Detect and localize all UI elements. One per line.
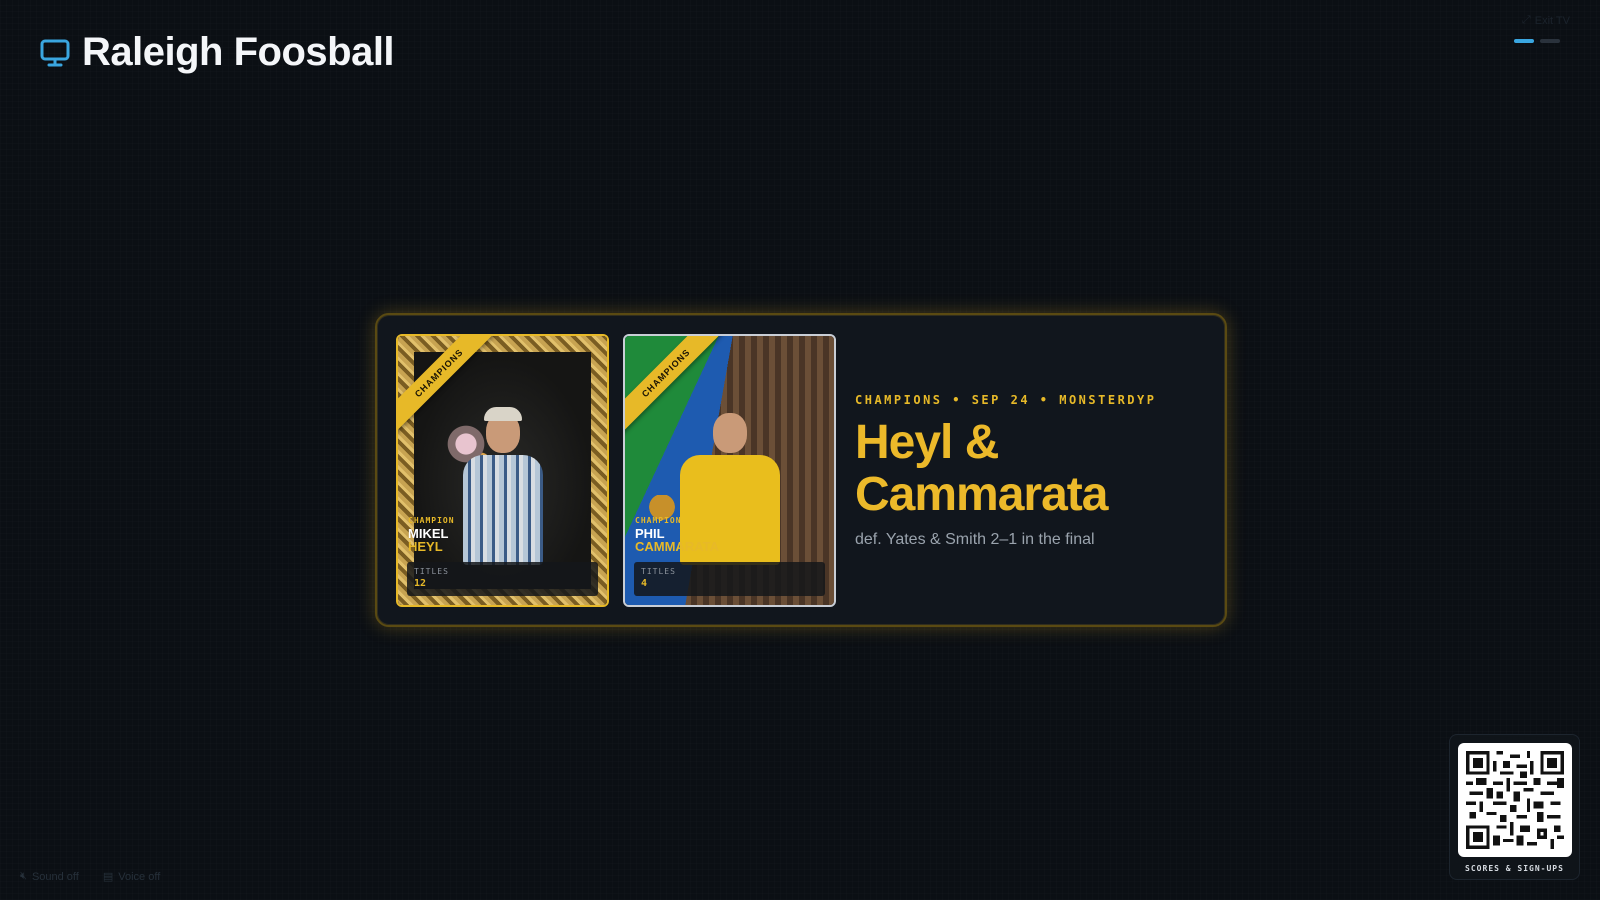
player-name-block: CHAMPION MIKEL HEYL [408, 516, 455, 553]
champion-team-title: Heyl & Cammarata [855, 417, 1215, 521]
player-stat: TITLES 12 [407, 562, 598, 596]
qr-panel: SCORES & SIGN-UPS [1449, 734, 1580, 880]
captions-icon: ▤ [102, 871, 114, 883]
exit-icon: ⤢ [1521, 14, 1531, 26]
voice-toggle[interactable]: ▤ Voice off [102, 870, 161, 884]
final-result-text: def. Yates & Smith 2–1 in the final [855, 531, 1095, 548]
player-stat: TITLES 4 [634, 562, 825, 596]
title-line-2: Cammarata [855, 468, 1108, 521]
player-role: CHAMPION [408, 516, 455, 525]
stat-label: TITLES [414, 567, 449, 576]
title-line-1: Heyl & [855, 416, 999, 469]
exit-tv-button[interactable]: ⤢ Exit TV [1522, 14, 1570, 27]
result-info: CHAMPIONS • SEP 24 • MONSTERDYP Heyl & C… [855, 393, 1215, 549]
top-right-controls: ⤢ Exit TV [1514, 14, 1570, 43]
monitor-icon [40, 38, 70, 68]
stat-label: TITLES [641, 567, 676, 576]
event-eyebrow: CHAMPIONS • SEP 24 • MONSTERDYP [855, 393, 1157, 407]
pager-dot-1[interactable] [1514, 39, 1534, 43]
stat-value: 12 [414, 578, 427, 589]
player-name-block: CHAMPION PHIL CAMMARATA [635, 516, 719, 553]
champions-card: CHAMPIONS CHAMPION MIKEL HEYL TITLES 12 … [375, 313, 1227, 627]
qr-label: SCORES & SIGN-UPS [1465, 864, 1564, 873]
sound-toggle[interactable]: 🔇︎ Sound off [20, 870, 79, 883]
player-card-heyl: CHAMPIONS CHAMPION MIKEL HEYL TITLES 12 [396, 334, 609, 607]
page-title: Raleigh Foosball [82, 30, 395, 74]
player-last-name: CAMMARATA [635, 539, 719, 554]
sound-label: Sound off [31, 870, 79, 883]
voice-label: Voice off [118, 870, 161, 883]
qr-code[interactable] [1458, 743, 1572, 857]
audio-toggles: 🔇︎ Sound off ▤ Voice off [20, 870, 160, 883]
qr-code-icon [1466, 751, 1564, 849]
pager-dot-2[interactable] [1540, 39, 1560, 43]
player-card-cammarata: CHAMPIONS CHAMPION PHIL CAMMARATA TITLES… [623, 334, 836, 607]
player-last-name: HEYL [408, 539, 443, 554]
exit-tv-label: Exit TV [1534, 14, 1570, 27]
slide-pager [1514, 39, 1560, 43]
player-role: CHAMPION [635, 516, 682, 525]
stat-value: 4 [641, 578, 648, 589]
app-header: Raleigh Foosball [40, 30, 395, 75]
speaker-muted-icon: 🔇︎ [20, 870, 27, 882]
